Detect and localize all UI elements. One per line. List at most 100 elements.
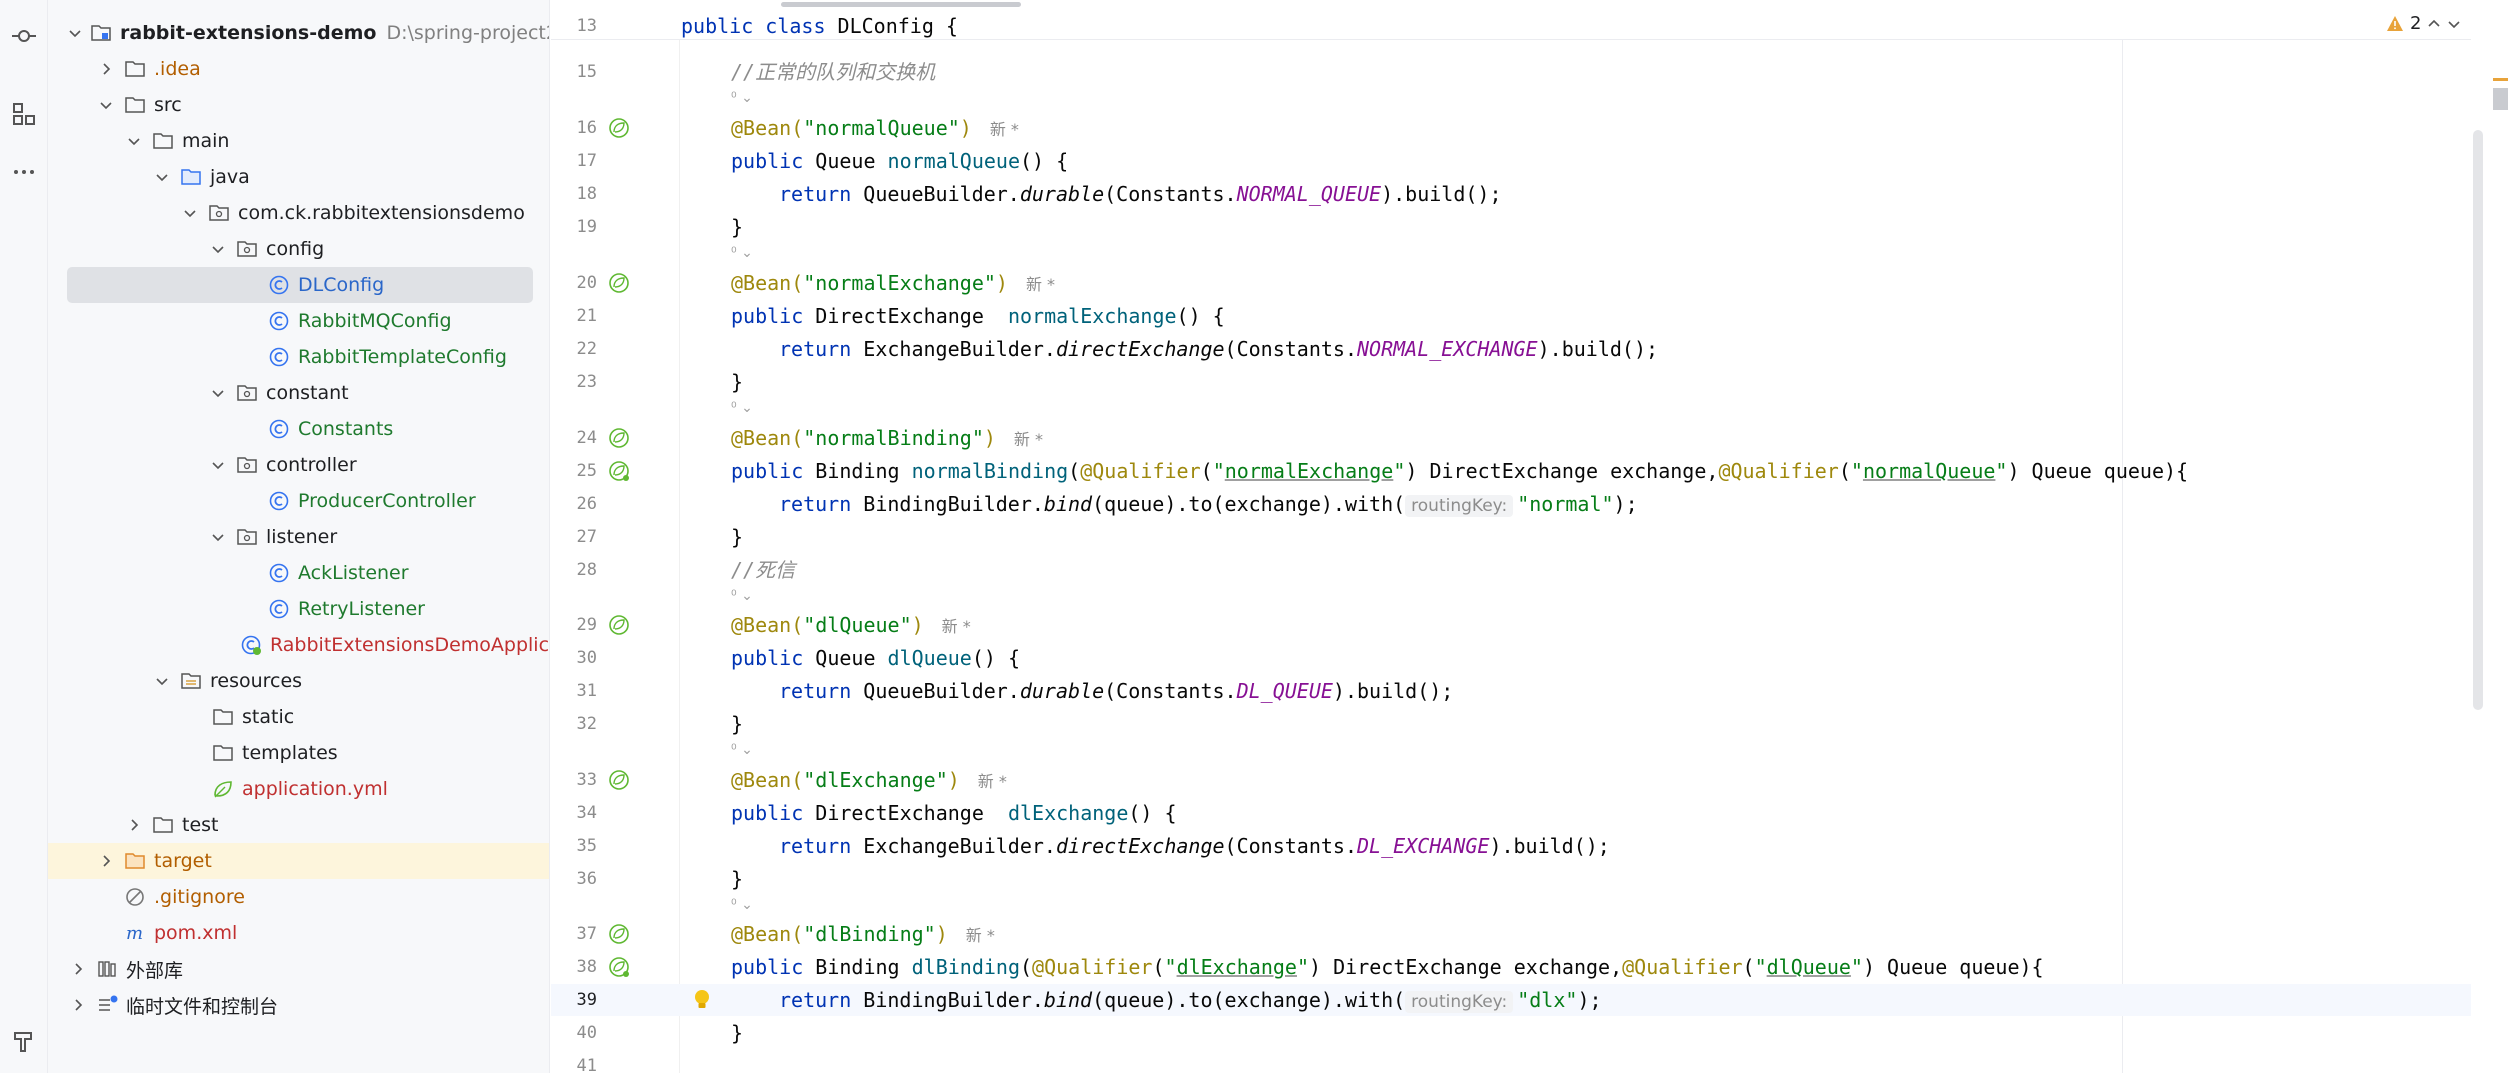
tree-item-constants[interactable]: Constants	[48, 411, 549, 447]
code-text: BindingBuilder.	[851, 988, 1044, 1012]
tree-item-target[interactable]: target	[48, 843, 549, 879]
spring-bean-icon[interactable]	[607, 116, 631, 140]
tree-item-test[interactable]: test	[48, 807, 549, 843]
sticky-class-header[interactable]: 13 public class DLConfig {	[551, 0, 2471, 40]
tree-item-templates[interactable]: templates	[48, 735, 549, 771]
error-stripe-marks[interactable]	[2491, 0, 2508, 1073]
tree-item-rabbitmqconfig[interactable]: RabbitMQConfig	[48, 303, 549, 339]
chevron-down-icon[interactable]	[2447, 17, 2461, 31]
chevron-down-icon[interactable]	[124, 131, 144, 151]
tree-item-label: src	[154, 94, 182, 116]
author-inlay[interactable]: 新 *	[966, 926, 995, 945]
maven-icon: m	[124, 922, 146, 944]
lightbulb-icon[interactable]	[691, 988, 713, 1012]
build-tool-icon[interactable]	[6, 1023, 42, 1059]
tree-item-java[interactable]: java	[48, 159, 549, 195]
chevron-down-icon[interactable]	[180, 203, 200, 223]
tree-item-producercontroller[interactable]: ProducerController	[48, 483, 549, 519]
tree-item-dlconfig[interactable]: DLConfig	[48, 267, 549, 303]
tree-item-retrylistener[interactable]: RetryListener	[48, 591, 549, 627]
tree-item-resources[interactable]: resources	[48, 663, 549, 699]
line-number: 39	[576, 990, 597, 1010]
code-text: }	[731, 712, 744, 736]
tree-item-application-yml[interactable]: application.yml	[48, 771, 549, 807]
author-inlay[interactable]: 新 *	[978, 772, 1007, 791]
code-vision-hint[interactable]: ⁰ ⌄	[731, 88, 753, 108]
tree-item-acklistener[interactable]: AckListener	[48, 555, 549, 591]
tree-item-constant[interactable]: constant	[48, 375, 549, 411]
chevron-down-icon[interactable]	[208, 239, 228, 259]
more-icon[interactable]	[6, 154, 42, 190]
tree-item-gitignore[interactable]: .gitignore	[48, 879, 549, 915]
commit-icon[interactable]	[6, 18, 42, 54]
tree-item-rabbittemplateconfig[interactable]: RabbitTemplateConfig	[48, 339, 549, 375]
line-number: 31	[576, 681, 597, 701]
svg-text:m: m	[126, 923, 143, 944]
tree-item-scratches[interactable]: 临时文件和控制台	[48, 987, 549, 1023]
spring-bean-icon[interactable]	[607, 613, 631, 637]
code-text: }	[731, 525, 744, 549]
tree-root[interactable]: rabbit-extensions-demo D:\spring-project…	[48, 15, 549, 51]
code-editor[interactable]: 13 public class DLConfig { 2 15 16 17 18…	[551, 0, 2508, 1073]
author-inlay[interactable]: 新 *	[1026, 275, 1055, 294]
tree-item-listener[interactable]: listener	[48, 519, 549, 555]
library-icon	[96, 958, 118, 980]
folder-icon	[152, 814, 174, 836]
code-vision-hint[interactable]: ⁰ ⌄	[731, 895, 753, 915]
tree-item-main[interactable]: main	[48, 123, 549, 159]
structure-icon[interactable]	[6, 96, 42, 132]
vertical-scrollbar[interactable]	[2473, 130, 2483, 710]
author-inlay[interactable]: 新 *	[942, 617, 971, 636]
spring-bean-icon[interactable]	[607, 426, 631, 450]
package-icon	[236, 454, 258, 476]
chevron-right-icon[interactable]	[68, 959, 88, 979]
scratches-icon	[96, 994, 118, 1016]
constant: DL_EXCHANGE	[1356, 834, 1490, 858]
chevron-down-icon[interactable]	[152, 167, 172, 187]
folder-icon	[212, 706, 234, 728]
spring-bean-icon[interactable]	[607, 922, 631, 946]
code-text: DirectExchange exchange,	[1417, 459, 1719, 483]
excluded-folder-icon	[124, 850, 146, 872]
chevron-right-icon[interactable]	[96, 851, 116, 871]
tree-item-controller[interactable]: controller	[48, 447, 549, 483]
code-comment: //死信	[731, 558, 796, 582]
chevron-down-icon[interactable]	[208, 383, 228, 403]
line-number: 24	[576, 428, 597, 448]
chevron-down-icon[interactable]	[68, 23, 82, 43]
tree-item-pom[interactable]: m pom.xml	[48, 915, 549, 951]
spring-bean-icon[interactable]	[607, 271, 631, 295]
tree-item-idea[interactable]: .idea	[48, 51, 549, 87]
constant: NORMAL_EXCHANGE	[1356, 337, 1538, 361]
code-text: (Constants.	[1104, 182, 1237, 206]
tree-item-src[interactable]: src	[48, 87, 549, 123]
inspection-widget[interactable]: 2	[2386, 13, 2461, 34]
chevron-down-icon[interactable]	[208, 527, 228, 547]
author-inlay[interactable]: 新 *	[990, 120, 1019, 139]
spring-bean-navigate-icon[interactable]	[607, 955, 631, 979]
tree-item-package[interactable]: com.ck.rabbitextensionsdemo	[48, 195, 549, 231]
chevron-right-icon[interactable]	[124, 815, 144, 835]
tree-item-static[interactable]: static	[48, 699, 549, 735]
spring-bean-navigate-icon[interactable]	[607, 459, 631, 483]
code-vision-hint[interactable]: ⁰ ⌄	[731, 586, 753, 606]
tree-item-external-libraries[interactable]: 外部库	[48, 951, 549, 987]
annotation: @Bean(	[731, 922, 804, 946]
module-folder-icon	[90, 22, 112, 44]
chevron-right-icon[interactable]	[68, 995, 88, 1015]
chevron-right-icon[interactable]	[96, 59, 116, 79]
horizontal-scrollbar[interactable]	[781, 2, 1021, 7]
chevron-down-icon[interactable]	[208, 455, 228, 475]
annotation: )	[947, 768, 960, 792]
tree-item-config[interactable]: config	[48, 231, 549, 267]
author-inlay[interactable]: 新 *	[1014, 430, 1043, 449]
code-vision-hint[interactable]: ⁰ ⌄	[731, 243, 753, 263]
chevron-down-icon[interactable]	[152, 671, 172, 691]
chevron-up-icon[interactable]	[2427, 17, 2441, 31]
class-icon	[268, 418, 290, 440]
code-vision-hint[interactable]: ⁰ ⌄	[731, 398, 753, 418]
tree-item-application-class[interactable]: RabbitExtensionsDemoApplicati	[48, 627, 549, 663]
spring-bean-icon[interactable]	[607, 768, 631, 792]
chevron-down-icon[interactable]	[96, 95, 116, 115]
code-vision-hint[interactable]: ⁰ ⌄	[731, 740, 753, 760]
